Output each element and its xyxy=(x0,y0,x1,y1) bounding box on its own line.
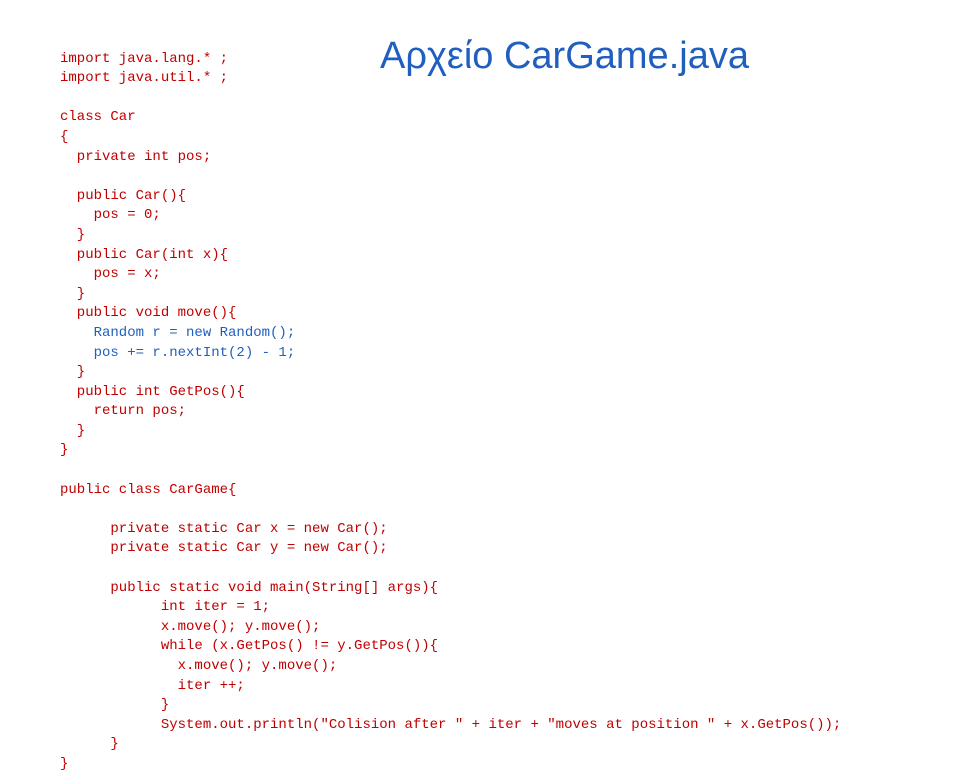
code-block: import java.lang.* ; import java.util.* … xyxy=(60,30,900,775)
code-line: } xyxy=(60,423,85,439)
code-line: } xyxy=(60,227,85,243)
code-line: pos = x; xyxy=(60,266,161,282)
code-line: } xyxy=(60,736,119,752)
code-line: import java.util.* ; xyxy=(60,70,228,86)
code-line: } xyxy=(60,364,85,380)
code-line: private static Car y = new Car(); xyxy=(60,540,388,556)
code-line: } xyxy=(60,697,169,713)
code-line: x.move(); y.move(); xyxy=(60,619,320,635)
code-line-blue: Random r = new Random(); xyxy=(60,325,295,341)
code-line: class Car xyxy=(60,109,136,125)
code-line: x.move(); y.move(); xyxy=(60,658,337,674)
page-title: Αρχείο CarGame.java xyxy=(380,30,749,83)
code-line: import java.lang.* ; xyxy=(60,51,228,67)
code-line: } xyxy=(60,442,68,458)
code-line: public Car(){ xyxy=(60,188,186,204)
code-line: public static void main(String[] args){ xyxy=(60,580,438,596)
code-line: while (x.GetPos() != y.GetPos()){ xyxy=(60,638,438,654)
code-line: public void move(){ xyxy=(60,305,236,321)
code-line: public int GetPos(){ xyxy=(60,384,245,400)
code-line: } xyxy=(60,286,85,302)
code-line: return pos; xyxy=(60,403,186,419)
code-line: } xyxy=(60,756,68,772)
code-line: pos = 0; xyxy=(60,207,161,223)
code-line: { xyxy=(60,129,68,145)
code-line-blue: pos += r.nextInt(2) - 1; xyxy=(60,345,295,361)
code-line: public Car(int x){ xyxy=(60,247,228,263)
code-line: iter ++; xyxy=(60,678,245,694)
code-line: System.out.println("Colision after " + i… xyxy=(60,717,841,733)
code-line: int iter = 1; xyxy=(60,599,270,615)
code-line: private static Car x = new Car(); xyxy=(60,521,388,537)
code-line: private int pos; xyxy=(60,149,211,165)
code-line: public class CarGame{ xyxy=(60,482,236,498)
